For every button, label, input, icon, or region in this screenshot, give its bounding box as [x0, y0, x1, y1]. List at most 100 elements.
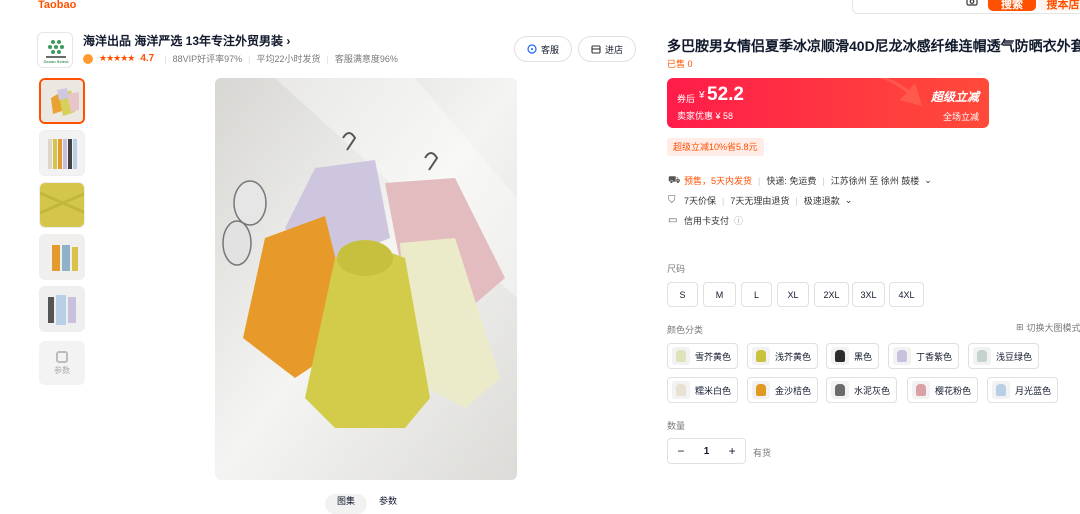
- seller-discount: 卖家优惠 ¥ 58: [677, 111, 734, 121]
- tab-params[interactable]: 参数: [367, 494, 409, 514]
- color-option-label: 樱花粉色: [935, 385, 972, 396]
- shop-score: 4.7: [140, 53, 155, 64]
- quantity-stepper: − 1 +: [667, 438, 746, 464]
- swatch-fill: [916, 384, 926, 396]
- camera-icon[interactable]: [966, 0, 978, 6]
- params-label: 参数: [54, 365, 70, 375]
- stock-status: 有货: [753, 448, 772, 458]
- color-option[interactable]: 浅芥黄色: [747, 343, 819, 369]
- divider: |: [722, 195, 725, 206]
- thumbnail-5[interactable]: [39, 286, 85, 332]
- product-title: 多巴胺男女情侣夏季冰凉顺滑40D尼龙冰感纤维连帽透气防晒衣外套: [667, 38, 1080, 54]
- color-option-label: 金沙桔色: [775, 385, 812, 396]
- truck-icon: ⛟: [668, 175, 681, 186]
- guarantee-2: 7天无理由退货: [730, 196, 790, 206]
- jacket-swatch-icon: [973, 347, 991, 365]
- route-text[interactable]: 江苏徐州 至 徐州 鼓楼: [831, 174, 920, 187]
- promo-title: 超级立减: [930, 90, 979, 104]
- color-option[interactable]: 水泥灰色: [826, 377, 898, 403]
- thumbnail-image: [40, 235, 84, 279]
- params-thumbnail[interactable]: 参数: [39, 341, 85, 385]
- arrow-decoration-icon: [837, 78, 922, 106]
- jacket-swatch-icon: [752, 381, 770, 399]
- sold-count: 已售 0: [667, 59, 693, 69]
- search-shop-button[interactable]: 搜本店: [1038, 0, 1080, 11]
- thumbnail-2[interactable]: [39, 130, 85, 176]
- price-currency: ¥: [699, 90, 705, 101]
- thumbnail-image: [40, 183, 84, 227]
- rating-stars-icon: ★★★★★: [99, 53, 135, 63]
- payment-text: 信用卡支付: [684, 216, 730, 226]
- minus-button[interactable]: −: [668, 444, 694, 458]
- main-product-image[interactable]: [215, 78, 517, 480]
- color-option-label: 浅芥黄色: [775, 351, 812, 362]
- info-icon[interactable]: ⓘ: [734, 214, 743, 227]
- thumbnail-1[interactable]: [39, 78, 85, 124]
- price-banner: 券后 ¥ 52.2 卖家优惠 ¥ 58 超级立减 全场立减: [667, 78, 989, 128]
- swatch-fill: [835, 384, 845, 396]
- shield-icon: ⛉: [668, 195, 676, 206]
- express-text: 快递: 免运费: [766, 176, 817, 186]
- divider: |: [758, 175, 761, 186]
- color-option-label: 浅豆绿色: [996, 351, 1033, 362]
- quantity-input[interactable]: 1: [694, 446, 720, 457]
- swatch-fill: [756, 350, 766, 362]
- chevron-down-icon[interactable]: ⌄: [924, 175, 932, 186]
- size-option-4xl[interactable]: 4XL: [889, 282, 924, 307]
- swatch-fill: [676, 384, 686, 396]
- color-option[interactable]: 糯米白色: [667, 377, 739, 403]
- color-option[interactable]: 月光蓝色: [987, 377, 1059, 403]
- satisfaction: 客服满意度96%: [334, 54, 398, 64]
- size-option-2xl[interactable]: 2XL: [814, 282, 849, 307]
- color-option[interactable]: 樱花粉色: [907, 377, 979, 403]
- shop-logo[interactable]: Ocean Select: [37, 32, 73, 68]
- size-option-xl[interactable]: XL: [777, 282, 809, 307]
- plus-button[interactable]: +: [719, 444, 745, 458]
- service-label: 客服: [540, 44, 559, 55]
- payment-row: ▭ 信用卡支付 ⓘ: [668, 214, 743, 227]
- thumbnail-image: [40, 131, 84, 175]
- enter-shop-label: 进店: [604, 44, 623, 55]
- search-button[interactable]: 搜索: [988, 0, 1036, 11]
- taobao-logo[interactable]: 淘宝 Taobao: [38, 0, 76, 11]
- color-option-label: 月光蓝色: [1015, 385, 1052, 396]
- switch-view-label: 切换大图模式: [1026, 323, 1080, 333]
- thumbnail-3[interactable]: [39, 182, 85, 228]
- color-option[interactable]: 黑色: [826, 343, 880, 369]
- tab-gallery[interactable]: 图集: [325, 494, 367, 514]
- service-icon: [527, 44, 537, 54]
- switch-view-button[interactable]: ⊞ 切换大图模式: [1016, 321, 1080, 334]
- product-photo: [215, 78, 517, 480]
- promo-subtitle: 全场立减: [942, 112, 979, 122]
- swatch-fill: [756, 384, 766, 396]
- divider: |: [164, 53, 167, 64]
- size-option-s[interactable]: S: [667, 282, 698, 307]
- thumbnail-4[interactable]: [39, 234, 85, 280]
- coupon-tag[interactable]: 超级立减10%省5.8元: [667, 138, 764, 156]
- swatch-fill: [897, 350, 907, 362]
- size-option-m[interactable]: M: [703, 282, 736, 307]
- jacket-swatch-icon: [831, 381, 849, 399]
- shop-name[interactable]: 海洋出品 海洋严选 13年专注外贸男装 ›: [83, 32, 290, 49]
- quantity-label: 数量: [667, 421, 686, 431]
- enter-shop-button[interactable]: 进店: [578, 36, 636, 62]
- credit-card-icon: ▭: [668, 215, 678, 226]
- divider: |: [822, 175, 825, 186]
- color-option[interactable]: 雪芥黄色: [667, 343, 739, 369]
- color-option-label: 糯米白色: [695, 385, 732, 396]
- shop-name-text: 海洋出品 海洋严选 13年专注外贸男装: [83, 34, 284, 48]
- color-option[interactable]: 浅豆绿色: [968, 343, 1040, 369]
- swatch-fill: [676, 350, 686, 362]
- customer-service-button[interactable]: 客服: [514, 36, 572, 62]
- size-option-3xl[interactable]: 3XL: [852, 282, 885, 307]
- guarantee-1: 7天价保: [684, 196, 717, 206]
- jacket-swatch-icon: [752, 347, 770, 365]
- size-option-l[interactable]: L: [741, 282, 772, 307]
- guarantee-3[interactable]: 极速退款: [804, 194, 840, 207]
- color-label: 颜色分类: [667, 325, 704, 335]
- color-option[interactable]: 丁香紫色: [888, 343, 960, 369]
- chevron-down-icon[interactable]: ⌄: [845, 195, 853, 206]
- chevron-right-icon: ›: [286, 34, 291, 48]
- color-option[interactable]: 金沙桔色: [747, 377, 819, 403]
- price-prefix: 券后: [677, 94, 696, 104]
